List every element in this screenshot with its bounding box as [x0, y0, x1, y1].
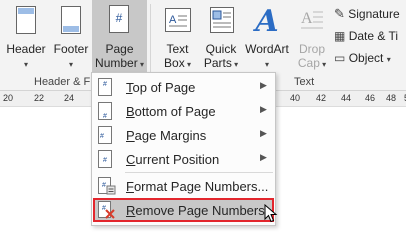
ruler-tick: 24: [64, 93, 75, 103]
svg-text:#: #: [103, 113, 107, 120]
ruler-tick: 22: [34, 93, 45, 103]
header-label: Header: [6, 42, 46, 56]
page-number-label-2: Number: [95, 56, 138, 70]
svg-text:A: A: [253, 4, 279, 36]
object-button[interactable]: ▭ Object ▾: [334, 48, 391, 68]
menu-item-label: Remove Page Numbers: [126, 203, 265, 218]
wordart-button[interactable]: A WordArt ▾: [242, 0, 292, 74]
chevron-right-icon: ▶: [260, 104, 267, 114]
menu-item-current-position[interactable]: # Current Position ▶: [93, 147, 274, 171]
remove-page-numbers-icon: #: [98, 201, 115, 219]
chevron-right-icon: ▶: [260, 152, 267, 162]
chevron-down-icon: ▾: [68, 60, 73, 69]
calendar-icon: ▦: [334, 29, 346, 43]
svg-text:#: #: [103, 81, 107, 88]
svg-text:#: #: [116, 11, 123, 25]
signature-icon: ✎: [334, 6, 345, 21]
chevron-right-icon: ▶: [260, 128, 267, 138]
text-box-label: Text: [166, 42, 189, 56]
drop-cap-label-2: Cap: [297, 56, 320, 70]
menu-separator: [125, 172, 273, 173]
wordart-icon: A: [253, 4, 279, 36]
svg-text:#: #: [100, 133, 104, 140]
page-number-dropdown-menu: # Top of Page ▶ # Bottom of Page ▶ # Pag…: [91, 72, 276, 226]
ruler-tick: 46: [365, 93, 376, 103]
footer-label: Footer: [53, 42, 89, 56]
chevron-down-icon: ▾: [137, 60, 144, 69]
text-box-button[interactable]: A Text Box ▾: [155, 0, 200, 74]
date-time-button[interactable]: ▦ Date & Ti: [334, 26, 398, 46]
quick-parts-icon: [210, 7, 234, 33]
page-number-top-icon: #: [98, 78, 112, 96]
ruler-tick: 48: [386, 93, 397, 103]
object-icon: ▭: [334, 51, 346, 65]
chevron-down-icon: ▾: [23, 60, 28, 69]
menu-item-remove-page-numbers[interactable]: # Remove Page Numbers: [93, 198, 274, 222]
chevron-down-icon: ▾: [184, 60, 191, 69]
menu-item-label: Top of Page: [126, 80, 196, 95]
menu-item-page-margins[interactable]: # Page Margins ▶: [93, 123, 274, 147]
svg-text:A: A: [169, 14, 177, 26]
header-icon: [16, 6, 36, 34]
footer-button[interactable]: Footer ▾: [50, 0, 92, 74]
group-label-header-footer: Header & F: [34, 76, 91, 88]
menu-item-label: Format Page Numbers...: [126, 179, 269, 194]
signature-line-button[interactable]: ✎ Signature: [334, 4, 400, 24]
menu-item-format-page-numbers[interactable]: # Format Page Numbers...: [93, 174, 274, 198]
text-box-label-2: Box: [164, 56, 185, 70]
format-page-numbers-icon: #: [98, 177, 116, 195]
drop-cap-label: Drop: [298, 42, 325, 56]
menu-item-label: Current Position: [126, 152, 220, 167]
wordart-label: WordArt: [245, 42, 289, 56]
menu-item-top-of-page[interactable]: # Top of Page ▶: [93, 75, 274, 99]
svg-text:#: #: [103, 157, 107, 164]
text-box-icon: A: [165, 8, 191, 32]
object-label: Object: [348, 51, 384, 65]
header-button[interactable]: Header ▾: [2, 0, 50, 74]
chevron-down-icon: ▾: [231, 60, 239, 69]
chevron-down-icon: ▾: [319, 60, 327, 69]
menu-item-bottom-of-page[interactable]: # Bottom of Page ▶: [93, 99, 274, 123]
page-number-current-icon: #: [98, 150, 112, 168]
ruler-tick: 40: [290, 93, 301, 103]
svg-text:#: #: [102, 205, 106, 212]
page-number-icon: #: [109, 5, 129, 33]
menu-item-label: Bottom of Page: [126, 104, 216, 119]
svg-text:A: A: [301, 10, 313, 27]
group-label-text: Text: [294, 76, 315, 88]
date-time-label: Date & Ti: [348, 29, 399, 43]
signature-label: Signature: [348, 7, 400, 21]
page-number-button[interactable]: # Page Number ▾: [92, 0, 147, 74]
quick-parts-button[interactable]: Quick Parts ▾: [200, 0, 242, 74]
quick-parts-label: Quick: [205, 42, 237, 56]
drop-cap-button[interactable]: A Drop Cap ▾: [292, 0, 332, 74]
chevron-down-icon: ▾: [264, 60, 269, 69]
footer-icon: [61, 6, 81, 34]
ruler-tick: 44: [341, 93, 352, 103]
quick-parts-label-2: Parts: [203, 56, 232, 70]
svg-text:#: #: [102, 182, 106, 189]
ruler-tick: 42: [316, 93, 327, 103]
menu-item-label: Page Margins: [126, 128, 207, 143]
chevron-down-icon: ▾: [386, 55, 391, 64]
page-number-label: Page: [105, 42, 134, 56]
ruler-tick: 20: [3, 93, 14, 103]
page-number-bottom-icon: #: [98, 102, 112, 120]
chevron-right-icon: ▶: [260, 80, 267, 90]
mouse-pointer-icon: [264, 204, 278, 223]
drop-cap-icon: A: [301, 10, 323, 29]
page-number-margins-icon: #: [98, 126, 112, 144]
